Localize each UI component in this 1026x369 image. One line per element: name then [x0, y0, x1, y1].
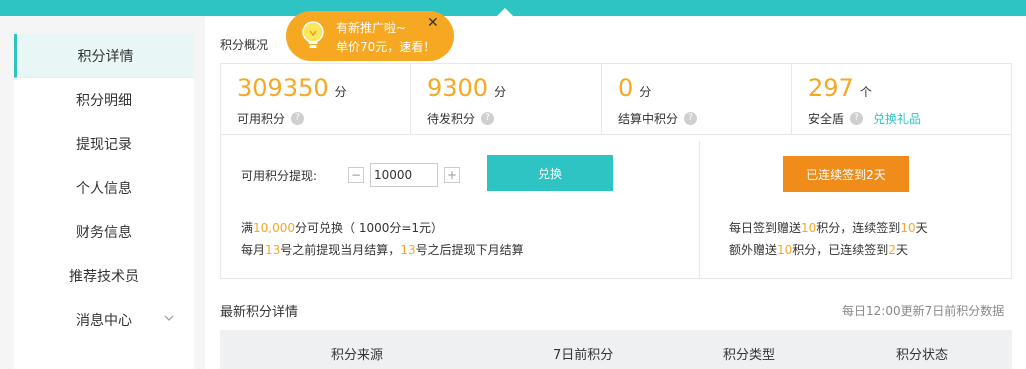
help-icon[interactable]: ? [481, 112, 495, 125]
details-table-header: 积分来源 7日前积分 积分类型 积分状态 [220, 330, 1012, 369]
stat-label: 可用积分 [237, 112, 286, 126]
stat-settling-points: 0分 结算中积分? [602, 64, 792, 134]
sidebar-item-label: 个人信息 [76, 181, 132, 197]
exchange-button[interactable]: 兑换 [487, 155, 613, 191]
sidebar-item-label: 财务信息 [76, 225, 132, 241]
withdraw-label: 可用积分提现: [241, 169, 318, 183]
increment-button[interactable]: + [444, 167, 460, 183]
lightbulb-icon [300, 21, 326, 51]
redeem-gift-link[interactable]: 兑换礼品 [873, 110, 921, 127]
stat-label: 待发积分 [427, 112, 476, 126]
withdraw-amount-input[interactable] [370, 163, 438, 187]
help-icon[interactable]: ? [291, 112, 305, 125]
sidebar-item-personal-info[interactable]: 个人信息 [14, 166, 194, 210]
details-title: 最新积分详情 [220, 305, 299, 320]
signin-rule-1: 每日签到赠送10积分，连续签到10天 [729, 221, 928, 235]
sidebar-item-label: 积分明细 [76, 93, 132, 109]
stat-pending-points: 9300 分 待发积分? [411, 64, 602, 134]
withdraw-rule-1: 满10,000分可兑换（ 1000分=1元） [241, 221, 444, 235]
column-header-status: 积分状态 [896, 348, 949, 363]
help-icon[interactable]: ? [684, 112, 698, 125]
withdraw-rule-2: 每月13号之前提现当月结算，13号之后提现下月结算 [241, 243, 524, 257]
sidebar: 积分详情 积分明细 提现记录 个人信息 财务信息 推荐技术员 消息中心 [14, 34, 194, 369]
details-update-note: 每日12:00更新7日前积分数据 [842, 304, 1005, 318]
column-header-points-7days: 7日前积分 [553, 348, 614, 363]
signin-button[interactable]: 已连续签到2天 [783, 156, 909, 192]
stat-label: 结算中积分 [618, 112, 679, 126]
sidebar-item-message-center[interactable]: 消息中心 [14, 298, 194, 342]
stat-value: 9300 分 [427, 74, 507, 102]
sidebar-item-recommend-technician[interactable]: 推荐技术员 [14, 254, 194, 298]
decrement-button[interactable]: − [348, 167, 364, 183]
stat-security-shield: 297 个 安全盾? 兑换礼品 [792, 64, 1011, 134]
promotion-tooltip[interactable]: 有新推广啦~ 单价70元，速看！ ✕ [286, 11, 454, 61]
top-bar [0, 0, 1026, 17]
sidebar-item-label: 提现记录 [76, 137, 132, 153]
column-header-type: 积分类型 [723, 348, 776, 363]
sidebar-item-label: 消息中心 [76, 313, 132, 329]
stat-available-points: 309350 分 可用积分? [221, 64, 411, 134]
stat-value: 0分 [618, 74, 652, 102]
withdraw-signin-panel: 可用积分提现: − + 兑换 满10,000分可兑换（ 1000分=1元） 每月… [220, 135, 1012, 279]
sidebar-item-label: 推荐技术员 [69, 269, 139, 285]
sidebar-item-points-list[interactable]: 积分明细 [14, 78, 194, 122]
tooltip-line-1: 有新推广啦~ [336, 21, 407, 35]
sidebar-item-points-detail[interactable]: 积分详情 [14, 34, 194, 78]
overview-title: 积分概况 [220, 38, 269, 52]
stats-row: 309350 分 可用积分? 9300 分 待发积分? 0分 结算中积分? 297 个… [220, 63, 1012, 135]
stat-label: 安全盾 [808, 112, 845, 126]
stat-value: 309350 分 [237, 74, 347, 102]
chevron-down-icon [164, 311, 174, 325]
sidebar-item-withdraw-records[interactable]: 提现记录 [14, 122, 194, 166]
close-icon[interactable]: ✕ [427, 15, 439, 31]
stat-value: 297 个 [808, 74, 872, 102]
sidebar-item-finance-info[interactable]: 财务信息 [14, 210, 194, 254]
help-icon[interactable]: ? [850, 112, 864, 125]
sidebar-item-label: 积分详情 [77, 48, 134, 65]
tooltip-line-2: 单价70元，速看！ [336, 40, 436, 54]
panel-divider [699, 141, 700, 279]
column-header-source: 积分来源 [331, 348, 384, 363]
signin-rule-2: 额外赠送10积分，已连续签到2天 [729, 243, 908, 257]
